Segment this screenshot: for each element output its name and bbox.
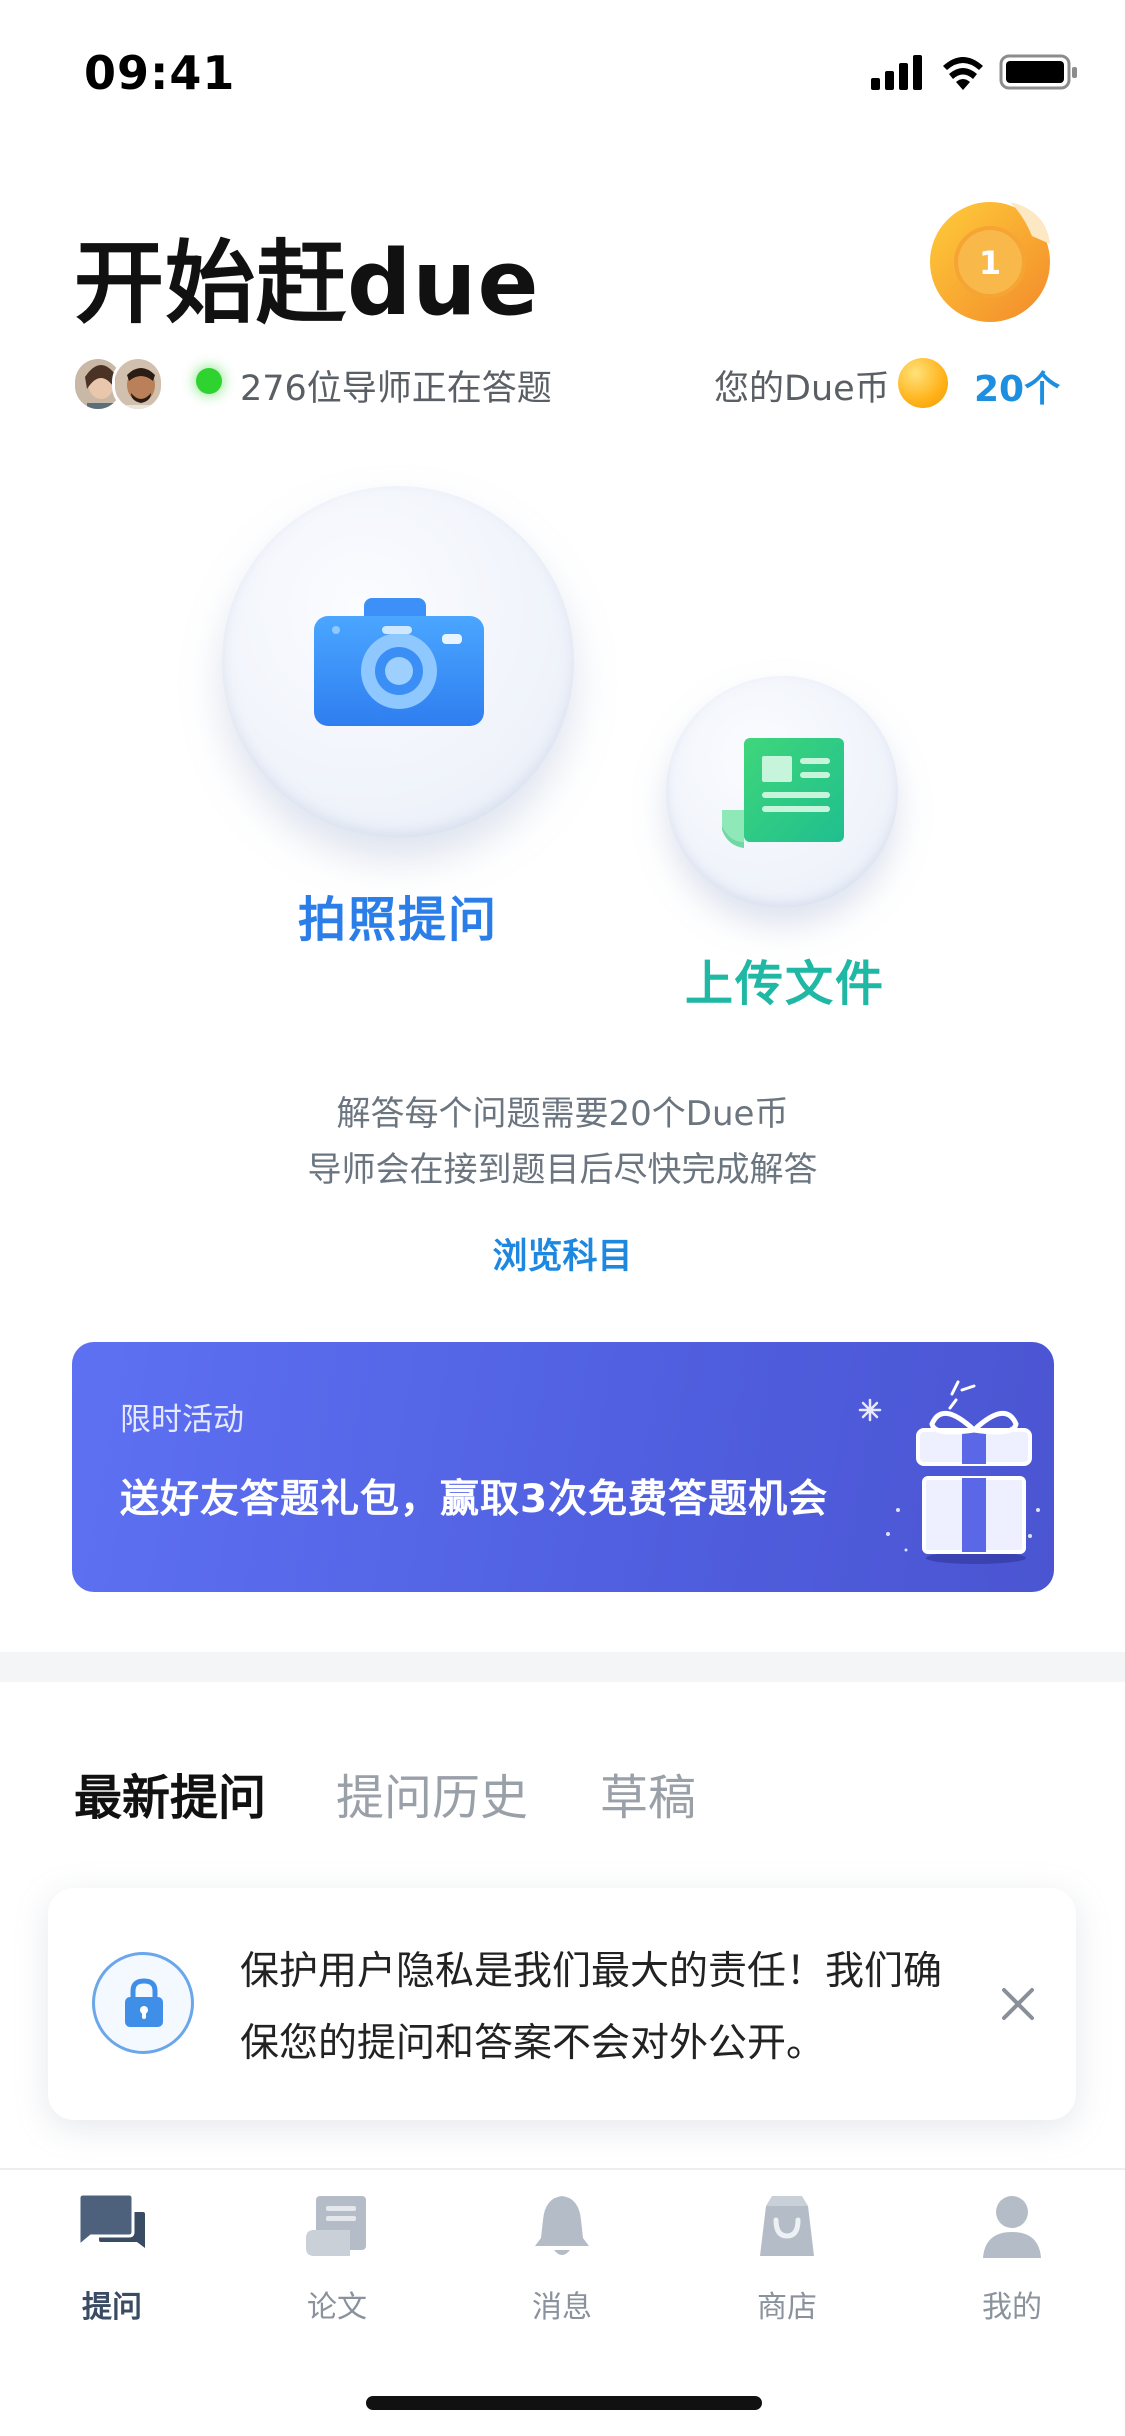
status-icons — [871, 54, 1077, 90]
tutor-avatars — [72, 356, 168, 412]
nav-label-profile: 我的 — [982, 2290, 1042, 2325]
coin-icon — [898, 358, 948, 408]
online-tutors-text: 276位导师正在答题 — [240, 369, 552, 409]
svg-text:1: 1 — [979, 244, 1001, 282]
nav-label-store: 商店 — [757, 2290, 817, 2325]
level-medal[interactable]: 1 — [928, 200, 1052, 324]
avatar — [112, 356, 164, 412]
gift-icon — [858, 1380, 1040, 1564]
coin-balance-count[interactable]: 20个 — [974, 360, 1060, 412]
status-time: 09:41 — [84, 46, 236, 100]
nav-label-papers: 论文 — [307, 2290, 367, 2325]
bell-icon — [535, 2196, 589, 2255]
privacy-line-1: 保护用户隐私是我们最大的责任！我们确 — [240, 1949, 943, 1994]
tab-drafts[interactable]: 草稿 — [600, 1758, 696, 1828]
cost-info-text: 解答每个问题需要20个Due币 — [336, 1094, 789, 1134]
nav-item-store[interactable]: 商店 — [707, 2192, 867, 2332]
camera-icon — [314, 598, 484, 726]
photo-question-label[interactable]: 拍照提问 — [222, 880, 574, 950]
close-icon[interactable] — [994, 1980, 1042, 2028]
lock-badge — [92, 1952, 194, 2054]
chat-bubbles-icon — [77, 2192, 145, 2250]
battery-icon — [999, 54, 1077, 90]
nav-item-profile[interactable]: 我的 — [932, 2192, 1092, 2332]
privacy-notice-card: 保护用户隐私是我们最大的责任！我们确 保您的提问和答案不会对外公开。 — [48, 1888, 1076, 2120]
nav-item-messages[interactable]: 消息 — [482, 2192, 642, 2332]
promo-text: 送好友答题礼包，赢取3次免费答题机会 — [120, 1477, 829, 1522]
nav-label-messages: 消息 — [532, 2290, 592, 2325]
nav-item-ask[interactable]: 提问 — [32, 2192, 192, 2332]
status-bar: 09:41 — [0, 0, 1125, 132]
section-divider — [0, 1652, 1125, 1682]
lock-icon — [125, 1978, 163, 2027]
signal-icon — [871, 55, 922, 90]
photo-question-button[interactable] — [222, 486, 574, 838]
coin-balance-label: 您的Due币 — [714, 369, 890, 409]
privacy-line-2: 保您的提问和答案不会对外公开。 — [240, 2021, 826, 2066]
privacy-notice-text: 保护用户隐私是我们最大的责任！我们确 保您的提问和答案不会对外公开。 — [240, 1936, 960, 2080]
wifi-icon — [943, 57, 983, 90]
nav-item-papers[interactable]: 论文 — [257, 2192, 417, 2332]
page-title: 开始赶due — [74, 231, 540, 336]
browse-subjects-link[interactable]: 浏览科目 — [0, 1228, 1125, 1279]
scroll-icon — [306, 2196, 366, 2256]
document-icon — [722, 738, 844, 848]
promo-tag: 限时活动 — [120, 1402, 244, 1438]
shopping-bag-icon — [760, 2196, 814, 2256]
home-indicator[interactable] — [366, 2396, 762, 2410]
tutor-info-text: 导师会在接到题目后尽快完成解答 — [307, 1150, 818, 1190]
nav-label-ask: 提问 — [82, 2290, 142, 2325]
tab-question-history[interactable]: 提问历史 — [336, 1758, 528, 1828]
promo-banner[interactable]: 限时活动 送好友答题礼包，赢取3次免费答题机会 — [72, 1342, 1054, 1592]
upload-file-button[interactable] — [666, 676, 898, 908]
upload-file-label[interactable]: 上传文件 — [640, 944, 930, 1014]
medal-icon: 1 — [930, 202, 1050, 322]
user-icon — [983, 2196, 1041, 2258]
online-status-dot — [196, 368, 222, 394]
tab-latest-questions[interactable]: 最新提问 — [74, 1758, 266, 1828]
